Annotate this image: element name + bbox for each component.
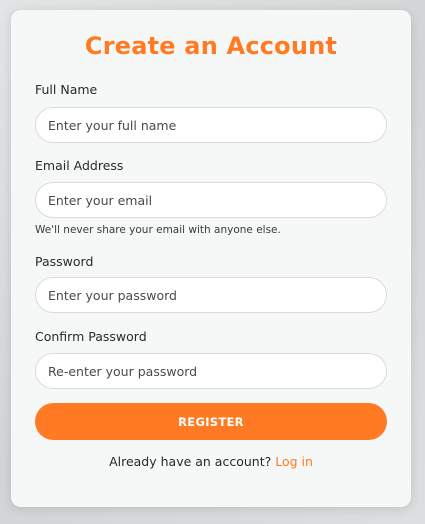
login-prompt-line: Already have an account? Log in xyxy=(11,454,411,469)
email-label: Email Address xyxy=(35,158,124,173)
email-field[interactable] xyxy=(35,182,387,218)
confirm-password-label: Confirm Password xyxy=(35,329,147,344)
confirm-password-field[interactable] xyxy=(35,353,387,389)
password-field[interactable] xyxy=(35,277,387,313)
login-prompt-text: Already have an account? xyxy=(109,454,272,469)
email-help-text: We'll never share your email with anyone… xyxy=(35,224,281,236)
full-name-label: Full Name xyxy=(35,82,98,97)
login-link[interactable]: Log in xyxy=(275,454,313,469)
registration-card: Create an Account Full Name Email Addres… xyxy=(11,10,411,507)
full-name-field[interactable] xyxy=(35,107,387,143)
page-title: Create an Account xyxy=(84,32,338,60)
register-button[interactable]: REGISTER xyxy=(35,403,387,440)
password-label: Password xyxy=(35,254,94,269)
